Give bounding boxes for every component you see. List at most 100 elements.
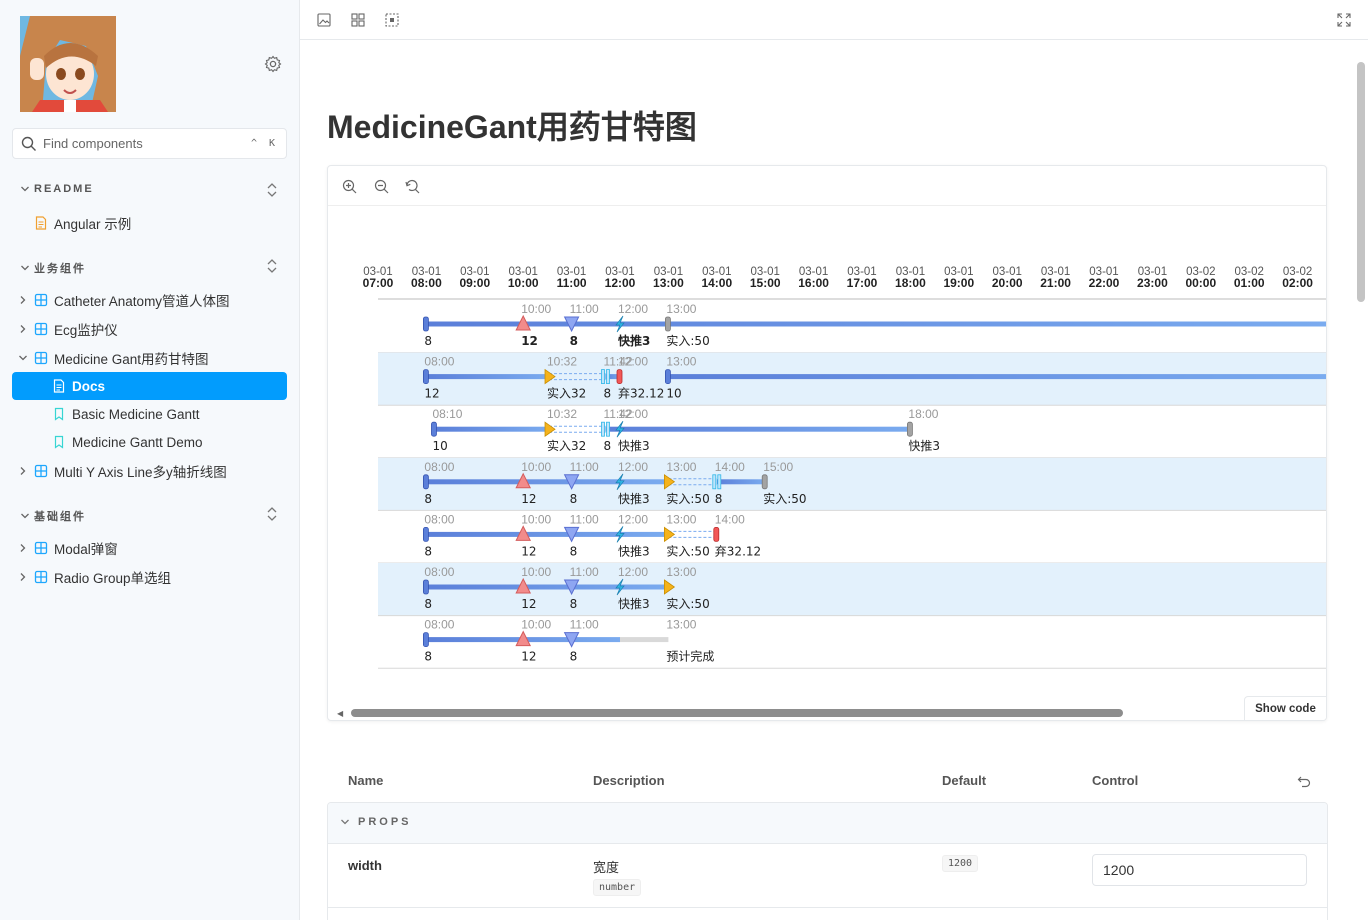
page-title: MedicineGant用药甘特图: [327, 109, 697, 145]
marker-time-label: 18:00: [908, 407, 938, 421]
marker-value-label: 实入32: [547, 438, 586, 453]
marker-time-label: 12:00: [618, 512, 648, 526]
search-input[interactable]: Find components: [43, 136, 143, 151]
marker-value-label: 8: [570, 650, 578, 664]
sidebar-item-angular[interactable]: Angular 示例: [34, 210, 131, 236]
marker-value-label: 弃32.12: [715, 543, 761, 558]
axis-time-label: 02:00: [1282, 276, 1313, 290]
sidebar-item-modal[interactable]: Modal弹窗: [20, 535, 118, 561]
marker-time-label: 10:00: [521, 512, 551, 526]
sidebar-item-catheter[interactable]: Catheter Anatomy管道人体图: [20, 287, 230, 313]
table-row: width 宽度 number 1200 1200: [328, 844, 1327, 908]
props-table: PROPS width 宽度 number 1200 1200: [327, 802, 1328, 920]
sidebar-item-docs[interactable]: Docs: [12, 372, 287, 400]
marker-value-label: 8: [715, 492, 723, 506]
undo-icon[interactable]: [1297, 774, 1311, 788]
sidebar-item-multi-y[interactable]: Multi Y Axis Line多y轴折线图: [20, 458, 227, 484]
component-icon: [34, 464, 48, 478]
sidebar-item-gantt-demo[interactable]: Medicine Gantt Demo: [52, 429, 203, 455]
props-group-row[interactable]: PROPS: [328, 803, 1327, 844]
start-marker: [423, 632, 429, 648]
marker-value-label: 8: [570, 334, 578, 348]
marker-value-label: 8: [603, 439, 611, 453]
scroll-left-icon[interactable]: ◀: [337, 709, 343, 718]
axis-time-label: 12:00: [605, 276, 636, 290]
start-marker: [423, 369, 429, 385]
sidebar-item-label: Basic Medicine Gantt: [72, 406, 200, 422]
marker-value-label: 实入:50: [666, 596, 709, 611]
gantt-chart: 03-0107:0003-0108:0003-0109:0003-0110:00…: [363, 266, 1326, 669]
horizontal-scrollbar[interactable]: ◀: [328, 706, 1326, 720]
sidebar-item-radio-group[interactable]: Radio Group单选组: [20, 564, 172, 590]
sidebar-item-label: Radio Group单选组: [54, 571, 172, 586]
pause-marker: [717, 474, 722, 490]
scrollbar-thumb[interactable]: [1357, 62, 1365, 302]
zoom-reset-icon[interactable]: [405, 179, 420, 194]
marker-time-label: 08:00: [424, 512, 454, 526]
marker-time-label: 12:00: [618, 565, 648, 579]
sidebar-item-basic-gantt[interactable]: Basic Medicine Gantt: [52, 401, 200, 427]
marker-time-label: 08:00: [424, 355, 454, 369]
sidebar-item-label: Catheter Anatomy管道人体图: [54, 294, 230, 309]
prop-description: 宽度: [593, 860, 620, 875]
header-control: Control: [1092, 773, 1139, 788]
marker-value-label: 12: [521, 597, 536, 611]
chevron-down-icon: [21, 513, 29, 519]
scrollbar-thumb[interactable]: [351, 709, 1123, 717]
chevron-right-icon: [20, 467, 26, 475]
marker-value-label: 12: [521, 492, 536, 506]
page-scrollbar[interactable]: [1354, 40, 1368, 920]
start-marker: [423, 316, 429, 332]
marker-value-label: 快推3: [618, 492, 650, 506]
axis-time-label: 01:00: [1234, 276, 1265, 290]
component-icon: [34, 570, 48, 584]
sidebar-item-label: Docs: [72, 378, 106, 394]
marker-time-label: 14:00: [715, 512, 745, 526]
gantt-bar: [426, 321, 1326, 327]
image-icon[interactable]: [317, 13, 331, 27]
pause-marker: [712, 474, 717, 490]
props-group-label: PROPS: [358, 816, 412, 828]
preview-toolbar: [328, 166, 1326, 206]
marker-time-label: 10:00: [521, 565, 551, 579]
show-code-button[interactable]: Show code: [1244, 696, 1326, 720]
avatar-image: [20, 16, 116, 112]
marker-value-label: 实入:50: [666, 491, 709, 506]
component-icon: [34, 322, 48, 336]
fullscreen-icon[interactable]: [1337, 13, 1351, 27]
chevron-right-icon: [20, 296, 26, 304]
marker-time-label: 13:00: [666, 302, 696, 316]
section-readme[interactable]: README: [20, 183, 94, 195]
sidebar-item-ecg[interactable]: Ecg监护仪: [20, 316, 118, 342]
marker-time-label: 13:00: [666, 460, 696, 474]
width-input[interactable]: 1200: [1092, 854, 1307, 886]
zoom-out-icon[interactable]: [374, 179, 389, 194]
search-icon: [21, 136, 36, 151]
zoom-in-icon[interactable]: [342, 179, 357, 194]
outline-icon[interactable]: [385, 13, 399, 27]
sidebar-item-label: Multi Y Axis Line多y轴折线图: [54, 465, 227, 480]
abandon-marker: [616, 369, 623, 385]
search-box[interactable]: Find components ^ K: [12, 128, 287, 159]
toolbar: [300, 0, 1368, 40]
marker-time-label: 11:00: [570, 512, 599, 526]
expand-collapse-icon[interactable]: [266, 258, 278, 274]
avatar[interactable]: [20, 16, 116, 112]
marker-time-label: 13:00: [666, 618, 696, 632]
expand-collapse-icon[interactable]: [266, 506, 278, 522]
pause-marker: [601, 421, 605, 437]
sidebar-item-label: Modal弹窗: [54, 542, 118, 557]
marker-time-label: 08:00: [424, 565, 454, 579]
section-business[interactable]: 业务组件: [20, 260, 86, 276]
marker-value-label: 实入:50: [666, 333, 709, 348]
marker-time-label: 11:00: [570, 302, 599, 316]
section-basic[interactable]: 基础组件: [20, 508, 86, 524]
marker-value-label: 12: [424, 387, 439, 401]
grid-icon[interactable]: [351, 13, 365, 27]
bookmark-icon: [54, 407, 64, 421]
axis-time-label: 20:00: [992, 276, 1023, 290]
axis-time-label: 15:00: [750, 276, 781, 290]
sidebar-item-medicine-gant[interactable]: Medicine Gant用药甘特图: [19, 345, 209, 371]
expand-collapse-icon[interactable]: [266, 182, 278, 198]
gear-icon[interactable]: [264, 55, 282, 73]
